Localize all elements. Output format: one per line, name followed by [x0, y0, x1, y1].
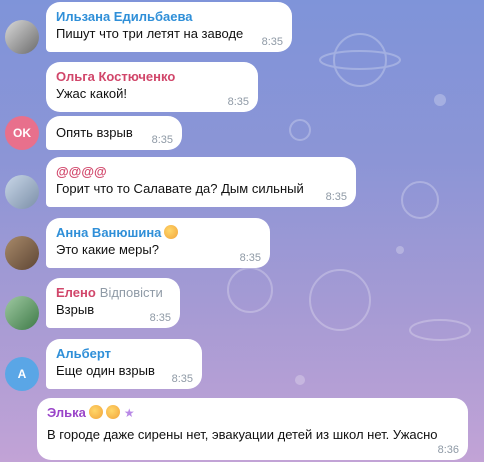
- sender-name[interactable]: Элька ★: [47, 404, 458, 422]
- sender-name[interactable]: Анна Ванюшина: [56, 224, 260, 241]
- message-text: Пишут что три летят на заводе: [56, 26, 244, 41]
- sender-name[interactable]: Ильзана Едильбаева: [56, 8, 282, 25]
- message-text: Горит что то Салавате да? Дым сильный: [56, 181, 304, 196]
- avatar[interactable]: [5, 20, 39, 54]
- face-emoji-icon: [164, 225, 179, 239]
- message-bubble[interactable]: Альберт Еще один взрыв 8:35: [46, 339, 202, 389]
- message-time: 8:35: [149, 312, 171, 324]
- message-time: 8:35: [171, 373, 193, 385]
- avatar[interactable]: [5, 236, 39, 270]
- star-icon: ★: [123, 406, 135, 420]
- reply-link[interactable]: Відповісти: [100, 285, 163, 300]
- message-time: 8:35: [261, 36, 283, 48]
- message-bubble[interactable]: Ольга Костюченко Ужас какой! 8:35: [46, 62, 258, 112]
- message-text: Это какие меры?: [56, 242, 159, 257]
- message-bubble[interactable]: Ильзана Едильбаева Пишут что три летят н…: [46, 2, 292, 52]
- message-text: В городе даже сирены нет, эвакуации дете…: [47, 427, 438, 442]
- sender-name[interactable]: Альберт: [56, 345, 192, 362]
- message-text: Ужас какой!: [56, 86, 128, 101]
- message-time: 8:35: [227, 96, 249, 108]
- avatar[interactable]: [5, 296, 39, 330]
- message-bubble[interactable]: Елено Відповісти Взрыв 8:35: [46, 278, 180, 328]
- face-emoji-icon: [88, 405, 103, 419]
- avatar[interactable]: OK: [5, 116, 39, 150]
- face-emoji-icon: [105, 405, 120, 419]
- message-time: 8:35: [151, 134, 173, 146]
- sender-name[interactable]: @@@@: [56, 163, 346, 180]
- message-time: 8:36: [437, 444, 459, 456]
- message-bubble[interactable]: Анна Ванюшина Это какие меры? 8:35: [46, 218, 270, 268]
- message-bubble[interactable]: @@@@ Горит что то Салавате да? Дым сильн…: [46, 157, 356, 207]
- avatar[interactable]: A: [5, 357, 39, 391]
- message-bubble[interactable]: Опять взрыв 8:35: [46, 116, 182, 150]
- avatar[interactable]: [5, 175, 39, 209]
- message-time: 8:35: [325, 191, 347, 203]
- message-bubble[interactable]: Элька ★ В городе даже сирены нет, эвакуац…: [37, 398, 468, 460]
- sender-name[interactable]: Елено Відповісти: [56, 284, 170, 301]
- message-time: 8:35: [239, 252, 261, 264]
- sender-name[interactable]: Ольга Костюченко: [56, 68, 248, 85]
